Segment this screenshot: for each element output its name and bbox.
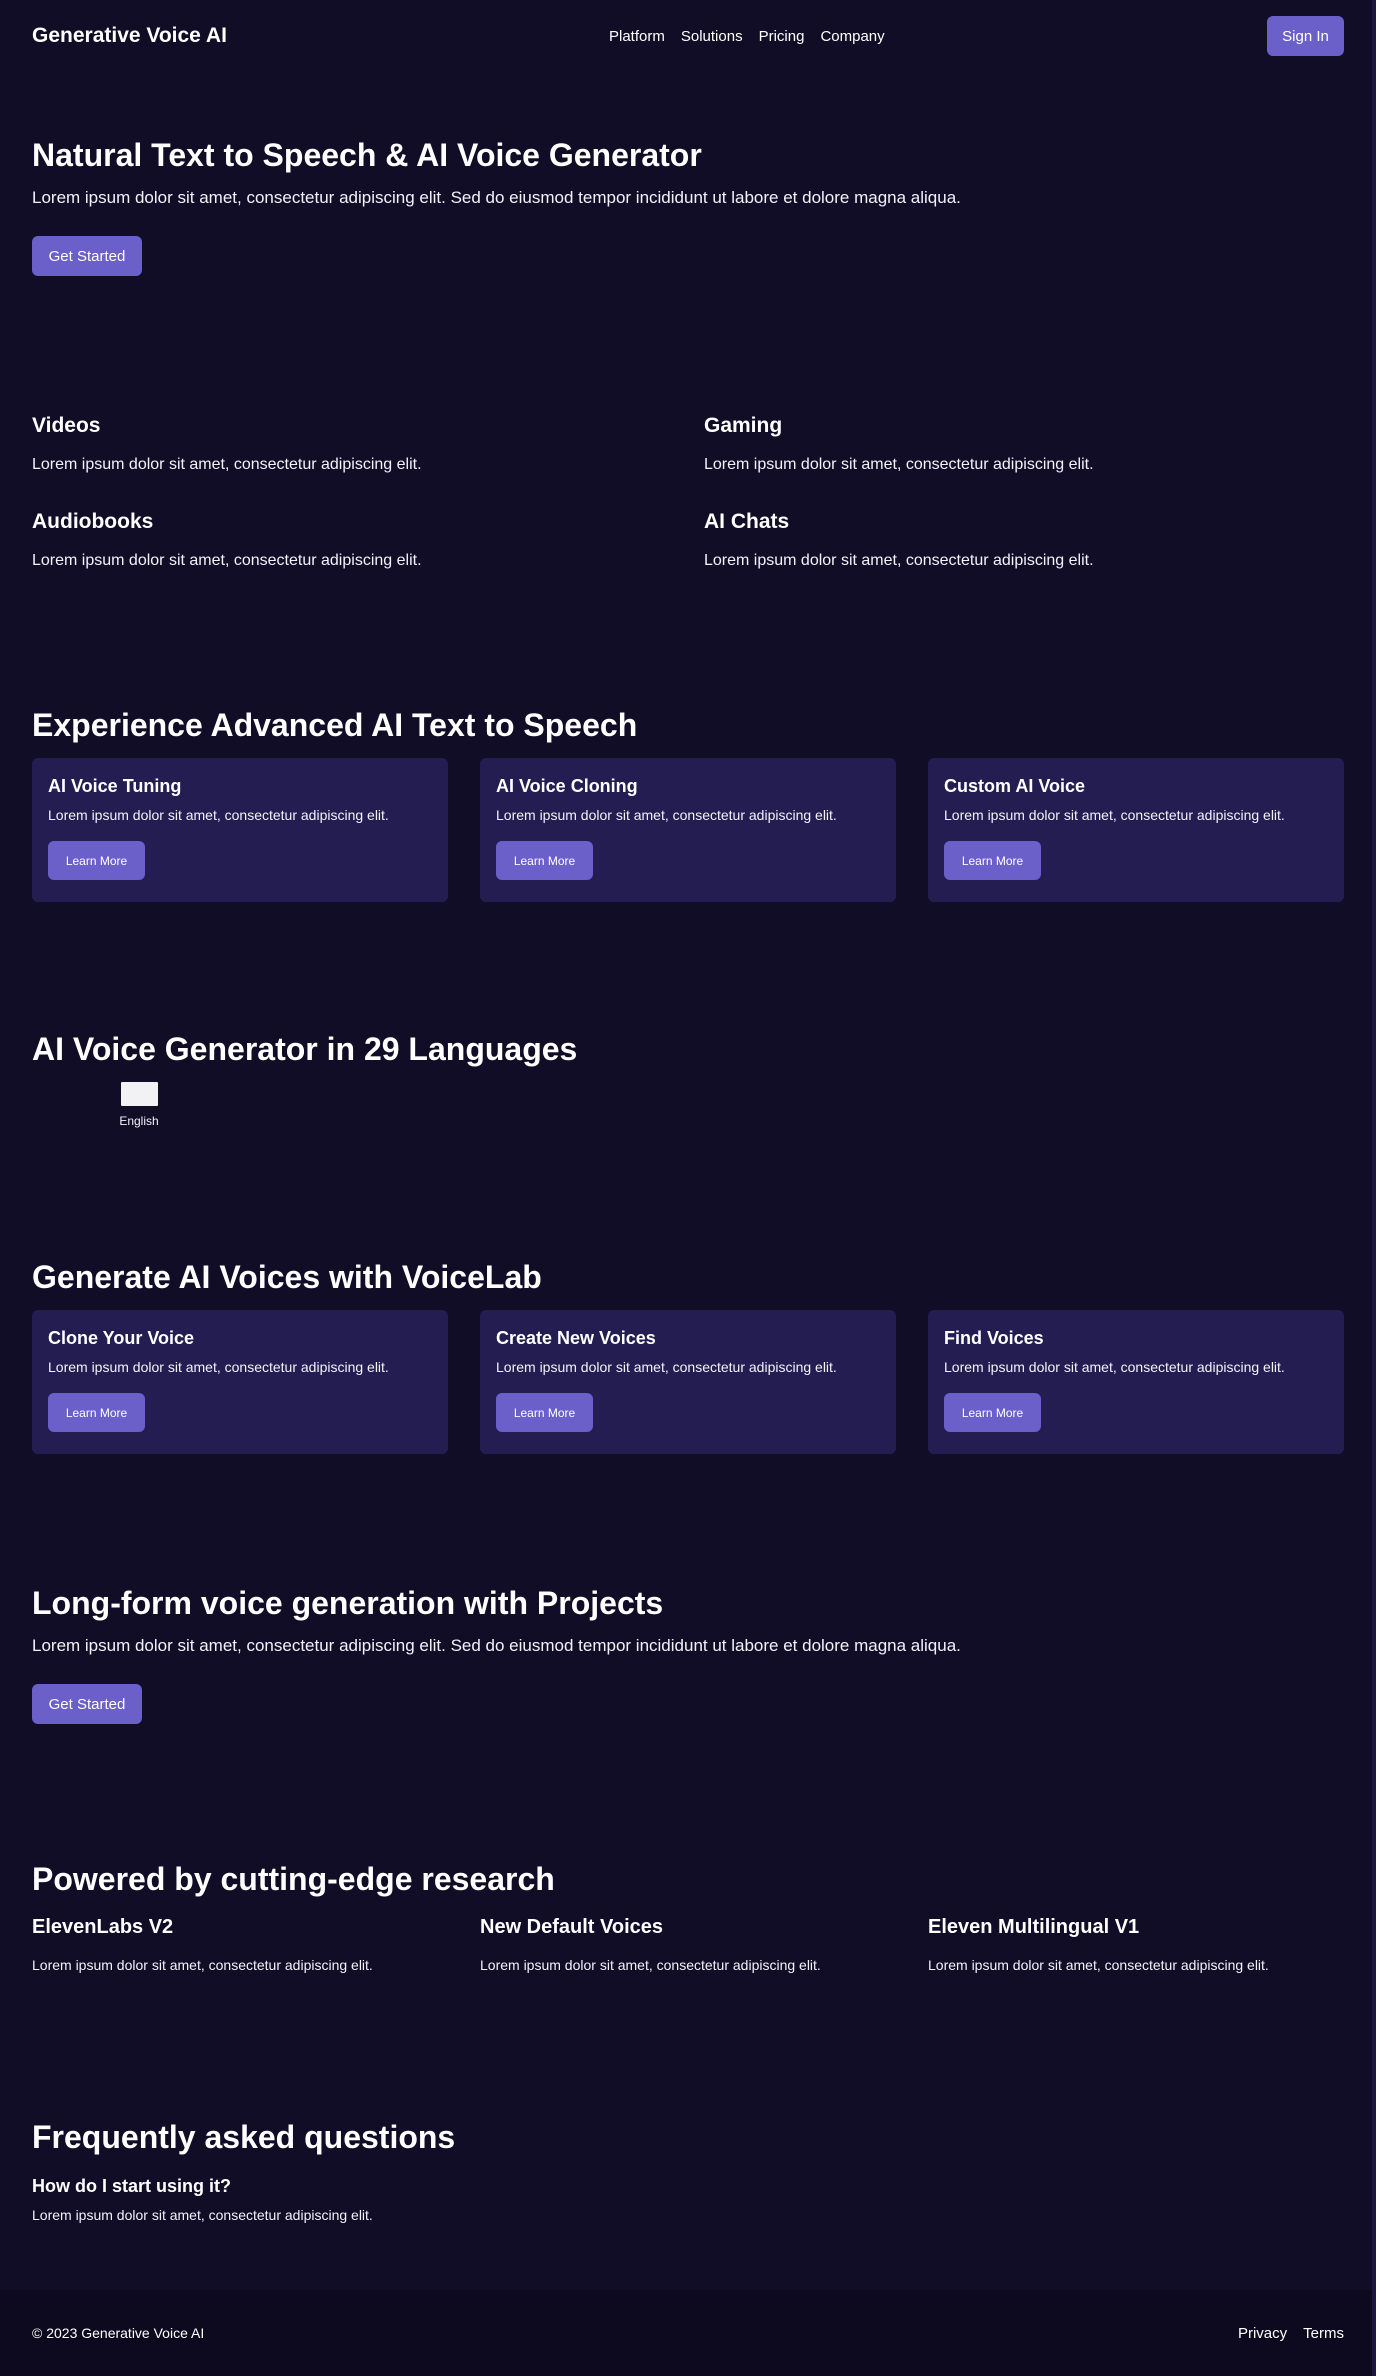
- card-text: Lorem ipsum dolor sit amet, consectetur …: [496, 1359, 837, 1376]
- voicelab-title: Generate AI Voices with VoiceLab: [32, 1259, 542, 1295]
- advanced-tts-title: Experience Advanced AI Text to Speech: [32, 707, 638, 743]
- languages-title: AI Voice Generator in 29 Languages: [32, 1031, 578, 1067]
- site-footer: © 2023 Generative Voice AI Privacy Terms: [0, 2290, 1376, 2376]
- card-title: Find Voices: [944, 1328, 1044, 1349]
- card-find-voices: Find Voices Lorem ipsum dolor sit amet, …: [928, 1310, 1344, 1455]
- usecase-title: Videos: [32, 414, 101, 437]
- learn-more-button[interactable]: Learn More: [48, 1393, 145, 1433]
- card-title: AI Voice Cloning: [496, 776, 638, 797]
- usecase-title: Audiobooks: [32, 510, 154, 533]
- projects-section: Long-form voice generation with Projects…: [32, 1584, 1344, 1725]
- usecase-text: Lorem ipsum dolor sit amet, consectetur …: [32, 552, 422, 569]
- card-title: Custom AI Voice: [944, 776, 1086, 797]
- learn-more-button[interactable]: Learn More: [944, 1393, 1041, 1433]
- research-item-text: Lorem ipsum dolor sit amet, consectetur …: [32, 1957, 373, 1974]
- faq-section: Frequently asked questions How do I star…: [32, 2118, 1344, 2223]
- footer-copyright: © 2023 Generative Voice AI: [32, 2325, 205, 2341]
- card-title: AI Voice Tuning: [48, 776, 182, 797]
- usecases-section: Videos Lorem ipsum dolor sit amet, conse…: [32, 414, 1344, 570]
- research-item: Eleven Multilingual V1 Lorem ipsum dolor…: [928, 1916, 1344, 1973]
- card-create-new-voices: Create New Voices Lorem ipsum dolor sit …: [480, 1310, 896, 1455]
- page-scrollbar[interactable]: [1372, 0, 1376, 2376]
- faq-question[interactable]: How do I start using it?: [32, 2176, 1344, 2197]
- advanced-tts-section: Experience Advanced AI Text to Speech AI…: [32, 706, 1344, 903]
- research-section: Powered by cutting-edge research ElevenL…: [32, 1860, 1344, 1973]
- flag-icon: [120, 1082, 158, 1107]
- faq-answer: Lorem ipsum dolor sit amet, consectetur …: [32, 2207, 373, 2224]
- learn-more-button[interactable]: Learn More: [496, 1393, 593, 1433]
- faq-title: Frequently asked questions: [32, 2119, 456, 2155]
- usecase-text: Lorem ipsum dolor sit amet, consectetur …: [704, 552, 1094, 569]
- usecase-text: Lorem ipsum dolor sit amet, consectetur …: [32, 456, 422, 473]
- card-text: Lorem ipsum dolor sit amet, consectetur …: [944, 1359, 1285, 1376]
- usecase-ai-chats: AI Chats Lorem ipsum dolor sit amet, con…: [704, 510, 1344, 570]
- card-ai-voice-cloning: AI Voice Cloning Lorem ipsum dolor sit a…: [480, 758, 896, 903]
- card-ai-voice-tuning: AI Voice Tuning Lorem ipsum dolor sit am…: [32, 758, 448, 903]
- usecase-audiobooks: Audiobooks Lorem ipsum dolor sit amet, c…: [32, 510, 704, 570]
- languages-section: AI Voice Generator in 29 Languages Engli…: [32, 1030, 1344, 1128]
- card-text: Lorem ipsum dolor sit amet, consectetur …: [496, 807, 837, 824]
- projects-get-started-button[interactable]: Get Started: [32, 1684, 142, 1725]
- card-custom-ai-voice: Custom AI Voice Lorem ipsum dolor sit am…: [928, 758, 1344, 903]
- research-item: ElevenLabs V2 Lorem ipsum dolor sit amet…: [32, 1916, 448, 1973]
- hero-section: Natural Text to Speech & AI Voice Genera…: [32, 136, 1344, 277]
- language-item-english[interactable]: English: [112, 1082, 166, 1128]
- projects-title: Long-form voice generation with Projects: [32, 1585, 664, 1621]
- usecase-title: AI Chats: [704, 510, 790, 533]
- hero-get-started-button[interactable]: Get Started: [32, 236, 142, 277]
- research-item-title: Eleven Multilingual V1: [928, 1916, 1140, 1939]
- nav-platform[interactable]: Platform: [609, 28, 665, 45]
- usecase-text: Lorem ipsum dolor sit amet, consectetur …: [704, 456, 1094, 473]
- research-items: ElevenLabs V2 Lorem ipsum dolor sit amet…: [32, 1916, 1344, 1973]
- card-title: Create New Voices: [496, 1328, 656, 1349]
- usecase-title: Gaming: [704, 414, 783, 437]
- card-clone-your-voice: Clone Your Voice Lorem ipsum dolor sit a…: [32, 1310, 448, 1455]
- research-item-title: ElevenLabs V2: [32, 1916, 174, 1939]
- research-item-text: Lorem ipsum dolor sit amet, consectetur …: [928, 1957, 1269, 1974]
- learn-more-button[interactable]: Learn More: [496, 841, 593, 881]
- hero-text: Lorem ipsum dolor sit amet, consectetur …: [32, 188, 961, 208]
- learn-more-button[interactable]: Learn More: [944, 841, 1041, 881]
- language-label: English: [119, 1114, 159, 1129]
- voicelab-section: Generate AI Voices with VoiceLab Clone Y…: [32, 1258, 1344, 1455]
- nav-solutions[interactable]: Solutions: [681, 28, 743, 45]
- nav-pricing[interactable]: Pricing: [759, 28, 805, 45]
- sign-in-button[interactable]: Sign In: [1267, 16, 1344, 56]
- projects-text: Lorem ipsum dolor sit amet, consectetur …: [32, 1636, 961, 1656]
- brand-logo[interactable]: Generative Voice AI: [32, 24, 227, 48]
- main-nav: Platform Solutions Pricing Company: [609, 0, 885, 72]
- faq-item[interactable]: How do I start using it? Lorem ipsum dol…: [32, 2176, 1344, 2223]
- card-text: Lorem ipsum dolor sit amet, consectetur …: [944, 807, 1285, 824]
- card-text: Lorem ipsum dolor sit amet, consectetur …: [48, 1359, 389, 1376]
- research-title: Powered by cutting-edge research: [32, 1861, 555, 1897]
- usecase-gaming: Gaming Lorem ipsum dolor sit amet, conse…: [704, 414, 1344, 474]
- usecase-videos: Videos Lorem ipsum dolor sit amet, conse…: [32, 414, 704, 474]
- learn-more-button[interactable]: Learn More: [48, 841, 145, 881]
- advanced-cards: AI Voice Tuning Lorem ipsum dolor sit am…: [32, 758, 1344, 903]
- site-header: Generative Voice AI Platform Solutions P…: [0, 0, 1376, 72]
- research-item-text: Lorem ipsum dolor sit amet, consectetur …: [480, 1957, 821, 1974]
- card-text: Lorem ipsum dolor sit amet, consectetur …: [48, 807, 389, 824]
- footer-terms-link[interactable]: Terms: [1303, 2325, 1344, 2342]
- voicelab-cards: Clone Your Voice Lorem ipsum dolor sit a…: [32, 1310, 1344, 1455]
- hero-title: Natural Text to Speech & AI Voice Genera…: [32, 137, 702, 173]
- footer-links: Privacy Terms: [1238, 2325, 1344, 2342]
- research-item: New Default Voices Lorem ipsum dolor sit…: [480, 1916, 896, 1973]
- footer-privacy-link[interactable]: Privacy: [1238, 2325, 1287, 2342]
- card-title: Clone Your Voice: [48, 1328, 195, 1349]
- nav-company[interactable]: Company: [820, 28, 884, 45]
- research-item-title: New Default Voices: [480, 1916, 664, 1939]
